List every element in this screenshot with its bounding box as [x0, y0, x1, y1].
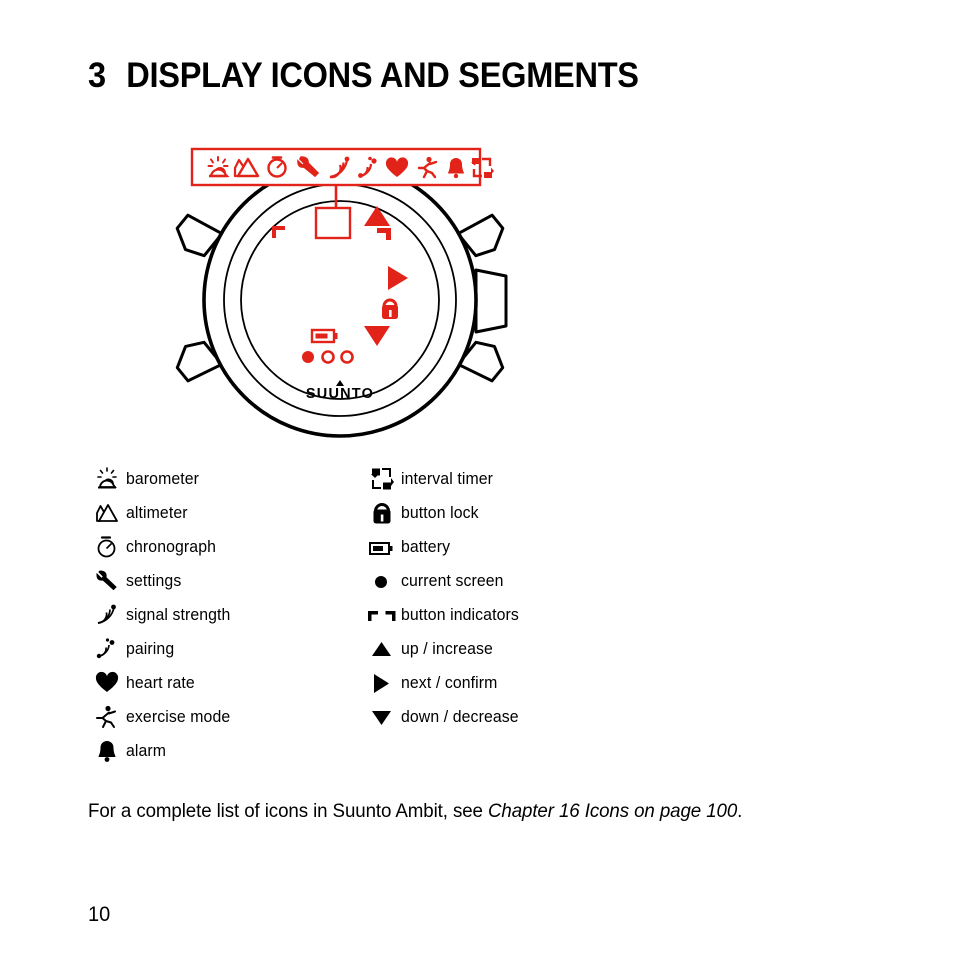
legend-item-battery: battery	[363, 530, 783, 564]
legend-item-settings: settings	[88, 564, 363, 598]
chapter-number: 3	[88, 56, 106, 95]
barometer-icon	[88, 464, 126, 494]
legend-item-alarm: alarm	[88, 734, 363, 768]
current-screen-icon	[363, 566, 401, 596]
heart-rate-icon	[88, 668, 126, 698]
legend-label: interval timer	[401, 469, 494, 488]
manual-page: 3 DISPLAY ICONS AND SEGMENTS SUUNTO baro…	[0, 0, 954, 954]
legend-item-exercise-mode: exercise mode	[88, 700, 363, 734]
legend-item-chronograph: chronograph	[88, 530, 363, 564]
legend-label: signal strength	[126, 605, 231, 624]
legend-item-altimeter: altimeter	[88, 496, 363, 530]
interval-timer-icon	[363, 464, 401, 494]
legend-item-barometer: barometer	[88, 462, 363, 496]
legend-label: pairing	[126, 639, 175, 658]
button-indicators-icon	[363, 600, 401, 630]
legend-item-heart-rate: heart rate	[88, 666, 363, 700]
chapter-title-text: DISPLAY ICONS AND SEGMENTS	[126, 56, 639, 95]
next-arrow-icon	[363, 668, 401, 698]
chronograph-icon	[88, 532, 126, 562]
legend-right-column: interval timer button lock battery curre…	[363, 462, 783, 768]
legend-label: battery	[401, 537, 451, 556]
legend-item-signal-strength: signal strength	[88, 598, 363, 632]
page-number: 10	[88, 903, 111, 926]
up-arrow-icon	[363, 634, 401, 664]
down-arrow-icon	[363, 702, 401, 732]
legend-label: next / confirm	[401, 673, 498, 692]
watch-display-face	[240, 200, 440, 400]
signal-strength-icon	[88, 600, 126, 630]
legend-label: button lock	[401, 503, 479, 522]
legend-label: chronograph	[126, 537, 217, 556]
legend-left-column: barometer altimeter chronograph settings…	[88, 462, 363, 768]
alarm-icon	[88, 736, 126, 766]
legend-item-pairing: pairing	[88, 632, 363, 666]
legend-label: button indicators	[401, 605, 519, 624]
legend-label: altimeter	[126, 503, 188, 522]
legend-label: settings	[126, 571, 182, 590]
legend-item-next-confirm: next / confirm	[363, 666, 783, 700]
legend-item-button-indicators: button indicators	[363, 598, 783, 632]
legend-item-up-increase: up / increase	[363, 632, 783, 666]
legend-item-interval-timer: interval timer	[363, 462, 783, 496]
pairing-icon	[88, 634, 126, 664]
legend-label: up / increase	[401, 639, 493, 658]
legend-label: barometer	[126, 469, 200, 488]
exercise-mode-icon	[88, 702, 126, 732]
settings-icon	[88, 566, 126, 596]
legend-item-current-screen: current screen	[363, 564, 783, 598]
legend-item-button-lock: button lock	[363, 496, 783, 530]
button-lock-icon	[363, 498, 401, 528]
legend-label: heart rate	[126, 673, 195, 692]
legend-label: down / decrease	[401, 707, 519, 726]
reference-note-plain: For a complete list of icons in Suunto A…	[88, 800, 488, 822]
reference-note: For a complete list of icons in Suunto A…	[88, 800, 742, 823]
battery-icon	[363, 532, 401, 562]
reference-note-end: .	[737, 800, 743, 822]
legend-label: alarm	[126, 741, 167, 760]
legend-label: current screen	[401, 571, 504, 590]
altimeter-icon	[88, 498, 126, 528]
icon-legend: barometer altimeter chronograph settings…	[88, 462, 888, 768]
brand-text: SUUNTO	[306, 386, 374, 402]
legend-item-down-decrease: down / decrease	[363, 700, 783, 734]
watch-diagram: SUUNTO	[150, 130, 530, 450]
legend-label: exercise mode	[126, 707, 231, 726]
reference-note-citation: Chapter 16 Icons on page 100	[487, 800, 738, 822]
page-title: 3 DISPLAY ICONS AND SEGMENTS	[88, 56, 639, 96]
